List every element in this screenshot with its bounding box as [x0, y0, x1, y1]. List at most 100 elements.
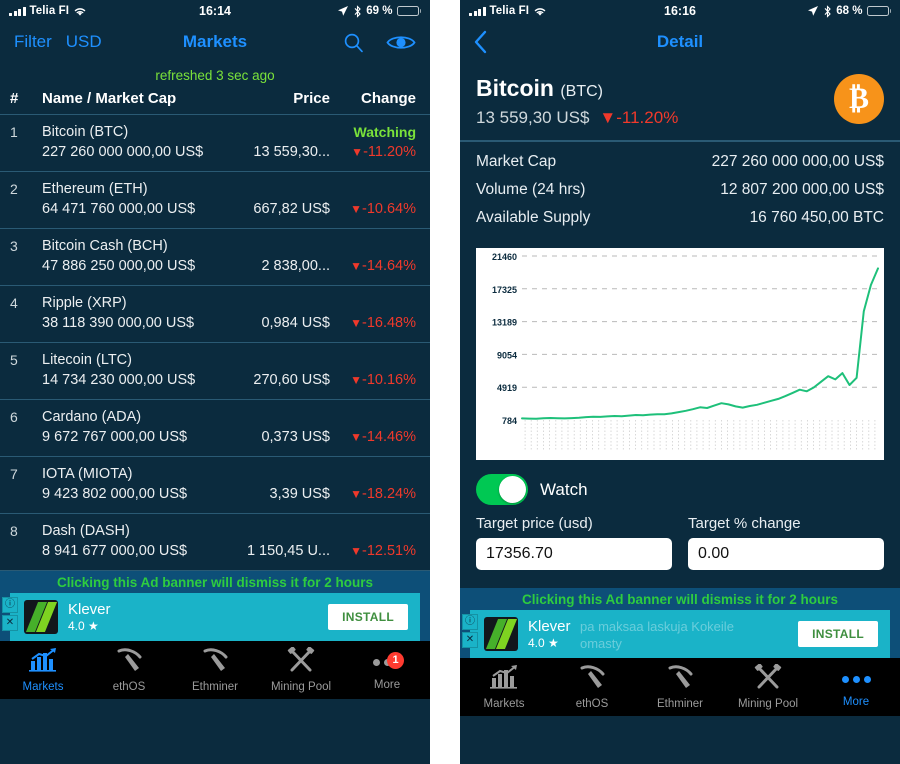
- ad-close-icon[interactable]: ✕: [462, 632, 478, 648]
- stat-key: Available Supply: [476, 209, 591, 226]
- ad-info-icon[interactable]: ⓘ: [462, 614, 478, 630]
- row-change: ▼-11.20%: [351, 144, 416, 160]
- ad-close-icon[interactable]: ✕: [2, 615, 18, 631]
- table-header: # Name / Market Cap Price Change: [0, 90, 430, 115]
- back-button[interactable]: [474, 30, 488, 54]
- tab-ethminer[interactable]: Ethminer: [172, 647, 258, 693]
- coin-list: 1 Bitcoin (BTC) 227 260 000 000,00 US$ Watc…: [0, 115, 430, 571]
- svg-text:13189: 13189: [492, 318, 517, 328]
- row-change: ▼-10.64%: [350, 201, 416, 217]
- table-row[interactable]: 2 Ethereum (ETH) 64 471 760 000,00 US$ 667,…: [0, 172, 430, 229]
- stat-value: 227 260 000 000,00 US$: [711, 153, 884, 170]
- tab-label: ethOS: [575, 698, 609, 710]
- table-row[interactable]: 8 Dash (DASH) 8 941 677 000,00 US$ 1 150,45…: [0, 514, 430, 571]
- tab-markets[interactable]: Markets: [460, 664, 548, 710]
- tab-more[interactable]: More 1: [344, 650, 430, 691]
- row-price: 0,984 US$: [261, 315, 330, 331]
- table-row[interactable]: 5 Litecoin (LTC) 14 734 230 000,00 US$ 270,…: [0, 343, 430, 400]
- target-change-label: Target % change: [688, 515, 801, 532]
- ad-badges[interactable]: ⓘ ✕: [2, 597, 18, 631]
- row-change: ▼-18.24%: [350, 486, 416, 502]
- clock-label: 16:14: [199, 4, 231, 18]
- detail-screen: Telia FI 16:16 68 % Detail Bitcoin (BTC)…: [460, 0, 900, 764]
- table-row[interactable]: 1 Bitcoin (BTC) 227 260 000 000,00 US$ Watc…: [0, 115, 430, 172]
- row-coin-name: Litecoin (LTC): [42, 352, 132, 368]
- ad-container-left[interactable]: Clicking this Ad banner will dismiss it …: [0, 571, 430, 641]
- target-change-group: Target % change: [688, 515, 884, 570]
- clock-label: 16:16: [664, 4, 696, 18]
- ad-container-right[interactable]: Clicking this Ad banner will dismiss it …: [460, 588, 900, 658]
- svg-text:9054: 9054: [497, 350, 517, 360]
- stat-key: Volume (24 hrs): [476, 181, 586, 198]
- row-market-cap: 8 941 677 000,00 US$: [42, 543, 188, 559]
- bitcoin-logo-icon: ₿: [834, 74, 884, 124]
- column-header-change: Change: [360, 90, 416, 107]
- column-header-price: Price: [293, 90, 330, 107]
- ad-install-button[interactable]: INSTALL: [328, 604, 408, 630]
- ad-text-block: Klever 4.0 ★: [68, 601, 328, 634]
- crossed-hammers-icon: [753, 663, 783, 695]
- svg-text:784: 784: [502, 416, 517, 426]
- ad-banner[interactable]: ⓘ ✕ Klever 4.0 ★ pa maksaa laskuja Kokei…: [462, 610, 890, 658]
- ad-banner[interactable]: ⓘ ✕ Klever 4.0 ★ INSTALL: [2, 593, 420, 641]
- row-market-cap: 38 118 390 000,00 US$: [42, 315, 195, 331]
- table-row[interactable]: 3 Bitcoin Cash (BCH) 47 886 250 000,00 US$…: [0, 229, 430, 286]
- stat-key: Market Cap: [476, 153, 557, 170]
- tab-ethos[interactable]: ethOS: [548, 664, 636, 710]
- svg-text:21460: 21460: [492, 252, 517, 262]
- table-row[interactable]: 7 IOTA (MIOTA) 9 423 802 000,00 US$ 3,39 US…: [0, 457, 430, 514]
- row-market-cap: 14 734 230 000,00 US$: [42, 372, 196, 388]
- tab-ethos[interactable]: ethOS: [86, 647, 172, 693]
- row-coin-name: IOTA (MIOTA): [42, 466, 133, 482]
- tab-ethminer[interactable]: Ethminer: [636, 664, 724, 710]
- coin-symbol: (BTC): [560, 83, 603, 100]
- column-header-name: Name / Market Cap: [42, 90, 177, 107]
- row-coin-name: Bitcoin Cash (BCH): [42, 238, 168, 254]
- row-coin-name: Cardano (ADA): [42, 409, 142, 425]
- row-rank: 2: [10, 181, 18, 197]
- tab-mining-pool[interactable]: Mining Pool: [724, 663, 812, 710]
- filter-button[interactable]: Filter: [14, 32, 52, 52]
- row-rank: 6: [10, 409, 18, 425]
- nav-bar-left: Filter USD Markets: [0, 22, 430, 62]
- ad-app-title: Klever: [68, 600, 111, 618]
- ad-info-icon[interactable]: ⓘ: [2, 597, 18, 613]
- watch-toggle[interactable]: [476, 474, 528, 505]
- tab-more[interactable]: More: [812, 667, 900, 708]
- currency-button[interactable]: USD: [66, 32, 102, 52]
- pickaxe-icon: [665, 664, 695, 695]
- ad-app-rating: 4.0 ★: [68, 618, 99, 633]
- eye-icon[interactable]: [386, 33, 416, 52]
- ad-install-button[interactable]: INSTALL: [798, 621, 878, 647]
- coin-name: Bitcoin (BTC): [476, 75, 603, 101]
- search-icon[interactable]: [343, 32, 364, 53]
- target-price-label: Target price (usd): [476, 515, 593, 532]
- ad-text-block: Klever 4.0 ★ pa maksaa laskuja Kokeile o…: [528, 618, 798, 651]
- table-row[interactable]: 4 Ripple (XRP) 38 118 390 000,00 US$ 0,984 …: [0, 286, 430, 343]
- tab-mining-pool[interactable]: Mining Pool: [258, 646, 344, 693]
- row-rank: 7: [10, 466, 18, 482]
- stat-value: 16 760 450,00 BTC: [749, 209, 884, 226]
- screenshot-stage: Telia FI 16:14 69 % Filter USD Markets r…: [0, 0, 900, 764]
- row-market-cap: 227 260 000 000,00 US$: [42, 144, 204, 160]
- stats-list: Market Cap 227 260 000 000,00 US$ Volume (…: [460, 142, 900, 242]
- table-row[interactable]: 6 Cardano (ADA) 9 672 767 000,00 US$ 0,373 …: [0, 400, 430, 457]
- tab-badge: 1: [387, 651, 404, 669]
- markets-screen: Telia FI 16:14 69 % Filter USD Markets r…: [0, 0, 430, 764]
- ad-ghost-line2: omasty: [580, 635, 622, 651]
- ad-dismiss-note: Clicking this Ad banner will dismiss it …: [521, 592, 839, 607]
- row-coin-name: Ethereum (ETH): [42, 181, 148, 197]
- row-change: ▼-14.64%: [350, 258, 416, 274]
- row-rank: 3: [10, 238, 18, 254]
- row-market-cap: 47 886 250 000,00 US$: [42, 258, 196, 274]
- tab-markets[interactable]: Markets: [0, 647, 86, 693]
- tab-label: ethOS: [112, 681, 146, 693]
- target-change-input[interactable]: [688, 538, 884, 570]
- row-rank: 8: [10, 523, 18, 539]
- tab-label: Markets: [483, 698, 525, 710]
- target-price-input[interactable]: [476, 538, 672, 570]
- tab-label: More: [373, 678, 401, 691]
- tab-bar-left: Markets ethOS Ethminer Mining Pool More 1: [0, 641, 430, 699]
- row-price: 13 559,30...: [253, 144, 330, 160]
- ad-badges[interactable]: ⓘ ✕: [462, 614, 478, 648]
